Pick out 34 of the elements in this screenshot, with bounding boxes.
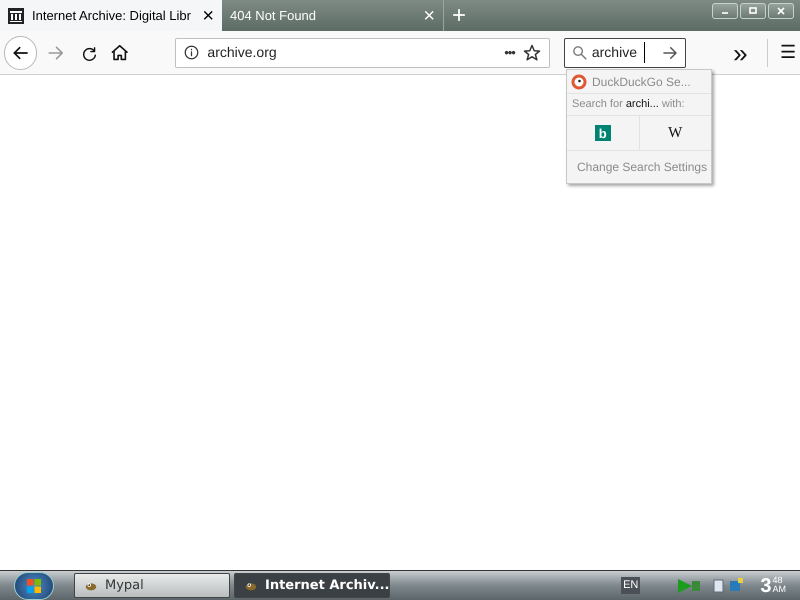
browser-tab[interactable]: Internet Archive: Digital Libr × — [0, 0, 222, 31]
tab-title: 404 Not Found — [230, 6, 318, 25]
taskbar-button[interactable]: Internet Archiv... — [234, 573, 390, 598]
close-tab-button[interactable]: × — [202, 6, 214, 26]
start-button[interactable] — [14, 572, 54, 600]
tab-title: Internet Archive: Digital Libr — [32, 6, 192, 25]
menu-button[interactable]: ☰ — [780, 39, 796, 66]
star-icon[interactable] — [522, 44, 541, 62]
search-engine-button[interactable]: b — [567, 116, 638, 150]
maximize-icon — [748, 7, 758, 15]
close-icon — [776, 7, 786, 15]
page-actions-button[interactable]: ••• — [504, 42, 515, 62]
taskbar-button[interactable]: Mypal — [74, 573, 230, 598]
minimize-button[interactable] — [712, 3, 738, 19]
search-for-label: Search for archi... with: — [567, 94, 711, 116]
language-indicator[interactable]: EN — [621, 577, 640, 594]
search-field[interactable]: archive — [564, 38, 686, 68]
close-button[interactable] — [768, 3, 794, 19]
home-icon[interactable] — [110, 42, 130, 62]
new-tab-button[interactable]: + — [444, 0, 474, 31]
back-button[interactable] — [4, 36, 38, 70]
search-engine-button[interactable]: W — [638, 116, 711, 150]
engine-name: DuckDuckGo Se... — [592, 74, 691, 90]
windows-logo-icon — [26, 578, 42, 594]
museum-icon — [8, 8, 24, 24]
overflow-button[interactable]: » — [730, 40, 752, 66]
address-bar[interactable]: archive.org ••• — [175, 38, 550, 68]
search-icon — [570, 44, 588, 61]
duck-logo-icon — [571, 74, 587, 90]
info-icon[interactable] — [184, 45, 200, 60]
close-tab-button[interactable]: × — [423, 6, 435, 26]
url-text: archive.org — [207, 43, 278, 62]
maximize-button[interactable] — [740, 3, 766, 19]
search-text: archive — [592, 42, 645, 63]
